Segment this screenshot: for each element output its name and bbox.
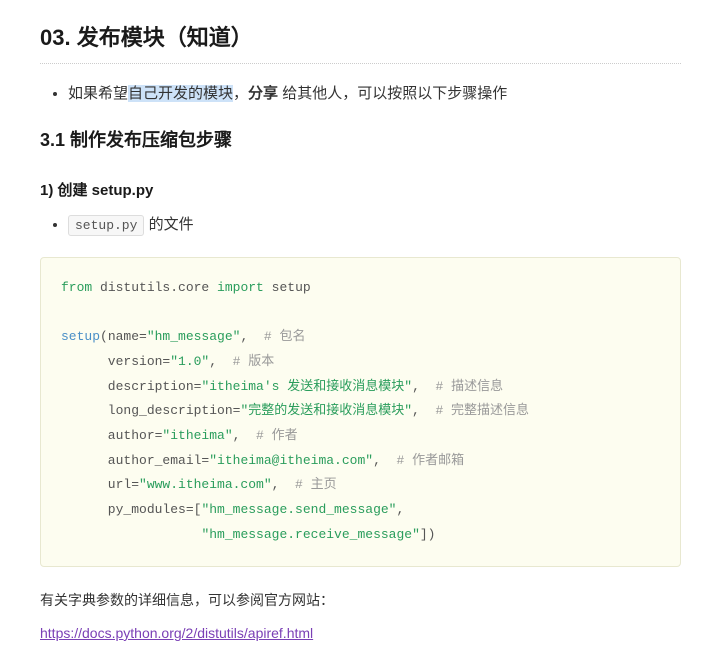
code-text: url= — [61, 477, 139, 492]
code-text: , — [209, 354, 232, 369]
intro-highlight: 自己开发的模块 — [128, 85, 233, 102]
code-string: "1.0" — [170, 354, 209, 369]
step1-list: setup.py 的文件 — [40, 213, 681, 237]
section-title: 3.1 制作发布压缩包步骤 — [40, 126, 681, 155]
code-text: author= — [61, 428, 162, 443]
code-text: py_modules=[ — [61, 502, 201, 517]
code-text: , — [412, 403, 435, 418]
code-block: from distutils.core import setup setup(n… — [40, 257, 681, 567]
code-text: , — [240, 329, 263, 344]
code-comment: # 包名 — [264, 329, 306, 344]
code-text — [61, 527, 201, 542]
code-text: description= — [61, 379, 201, 394]
code-text: (name= — [100, 329, 147, 344]
code-keyword-import: import — [217, 280, 264, 295]
step1-suffix: 的文件 — [144, 216, 193, 233]
code-string: "完整的发送和接收消息模块" — [240, 403, 412, 418]
intro-pre: 如果希望 — [68, 85, 128, 102]
intro-bold: 分享 — [248, 85, 278, 102]
code-string: "hm_message.send_message" — [201, 502, 396, 517]
code-text: , — [373, 453, 396, 468]
code-comment: # 主页 — [295, 477, 337, 492]
code-text: , — [233, 428, 256, 443]
code-string: "www.itheima.com" — [139, 477, 272, 492]
inline-code: setup.py — [68, 215, 144, 236]
step1-title: 1) 创建 setup.py — [40, 179, 681, 203]
code-comment: # 完整描述信息 — [435, 403, 529, 418]
code-text: distutils.core — [92, 280, 217, 295]
intro-item: 如果希望自己开发的模块，分享 给其他人，可以按照以下步骤操作 — [68, 82, 681, 106]
code-comment: # 描述信息 — [435, 379, 503, 394]
step1-item: setup.py 的文件 — [68, 213, 681, 237]
code-string: "itheima@itheima.com" — [209, 453, 373, 468]
code-text: , — [396, 502, 404, 517]
code-string: "itheima" — [162, 428, 232, 443]
code-text: version= — [61, 354, 170, 369]
intro-mid: ， — [233, 85, 248, 102]
code-keyword-from: from — [61, 280, 92, 295]
code-text: long_description= — [61, 403, 240, 418]
code-comment: # 作者邮箱 — [396, 453, 464, 468]
code-comment: # 版本 — [233, 354, 275, 369]
code-text: setup — [264, 280, 311, 295]
doc-link[interactable]: https://docs.python.org/2/distutils/apir… — [40, 625, 313, 641]
code-comment: # 作者 — [256, 428, 298, 443]
code-text: ]) — [420, 527, 436, 542]
code-text: , — [272, 477, 295, 492]
code-text: , — [412, 379, 435, 394]
code-fn: setup — [61, 329, 100, 344]
code-text: author_email= — [61, 453, 209, 468]
footer-text: 有关字典参数的详细信息，可以参阅官方网站： — [40, 589, 681, 611]
intro-post: 给其他人，可以按照以下步骤操作 — [278, 85, 507, 102]
code-string: "itheima's 发送和接收消息模块" — [201, 379, 412, 394]
page-heading: 03. 发布模块（知道） — [40, 20, 681, 64]
code-string: "hm_message.receive_message" — [201, 527, 419, 542]
intro-list: 如果希望自己开发的模块，分享 给其他人，可以按照以下步骤操作 — [40, 82, 681, 106]
code-string: "hm_message" — [147, 329, 241, 344]
